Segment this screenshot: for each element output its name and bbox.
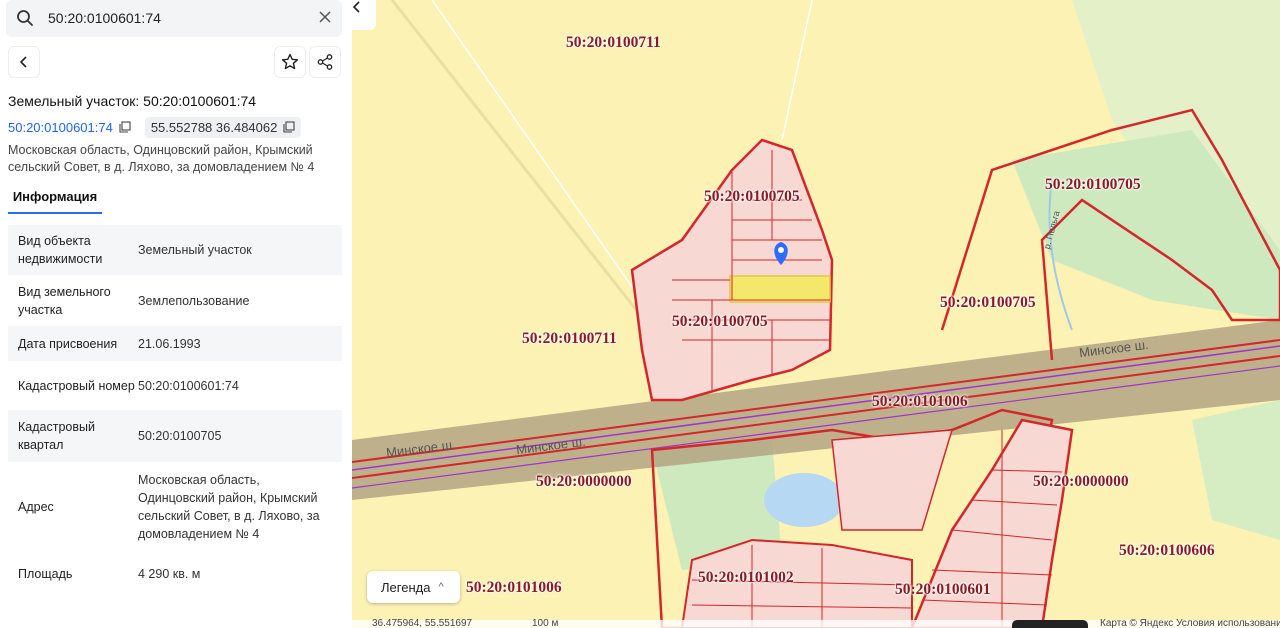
map-status-bar: 36.475964, 55.551697 100 м Карта © Яндек… — [352, 618, 1280, 628]
cadastral-label: 50:20:0100705 — [940, 294, 1036, 311]
share-icon — [317, 54, 333, 70]
legend-button[interactable]: Легенда ^ — [367, 571, 460, 603]
row-value: Земельный участок — [138, 243, 252, 257]
star-icon — [281, 53, 299, 70]
cadastral-block — [831, 429, 954, 531]
object-title: Земельный участок: 50:20:0100601:74 — [8, 93, 257, 109]
close-icon[interactable] — [316, 8, 334, 26]
row-value: 50:20:0100705 — [138, 429, 222, 443]
coordinates-text: 55.552788 36.484062 — [150, 119, 278, 135]
address-line: сельский Совет, в д. Ляхово, за домовлад… — [8, 160, 315, 174]
row-key: Площадь — [18, 566, 73, 581]
row-key: Кадастровый квартал — [18, 420, 95, 452]
forest-area — [1192, 400, 1280, 540]
cadastral-label: 50:20:0100705 — [672, 313, 768, 330]
row-key: Дата присвоения — [18, 336, 118, 351]
cadastral-label: 50:20:0100705 — [704, 188, 800, 205]
road-line — [781, 0, 813, 141]
map-scale: 100 м — [532, 618, 559, 628]
cadastral-number-link[interactable]: 50:20:0100601:74 — [8, 120, 113, 135]
object-address: Московская область, Одинцовский район, К… — [8, 142, 338, 176]
row-value: Землепользование — [138, 293, 250, 308]
cadastral-label: 50:20:0100705 — [1045, 176, 1141, 193]
legend-label: Легенда — [381, 579, 431, 595]
row-value: 4 290 кв. м — [138, 566, 201, 581]
cadastral-label: 50:20:0101006 — [872, 393, 968, 410]
cadastral-label: 50:20:0100606 — [1119, 542, 1215, 559]
map-canvas[interactable] — [352, 0, 1280, 628]
chevron-left-icon — [19, 56, 27, 68]
row-value: 50:20:0100601:74 — [138, 378, 239, 393]
favorite-button[interactable] — [274, 46, 306, 78]
map-view[interactable]: 50:20:0100711 50:20:0100705 50:20:010070… — [352, 0, 1280, 628]
address-line: Московская область, Одинцовский район, К… — [8, 143, 313, 157]
object-meta: 50:20:0100601:74 55.552788 36.484062 — [8, 116, 302, 138]
copy-icon[interactable] — [119, 121, 131, 133]
row-value: 21.06.1993 — [138, 336, 201, 351]
table-row: Вид объекта недвижимости Земельный участ… — [8, 225, 342, 275]
coordinates-badge[interactable]: 55.552788 36.484062 — [144, 116, 302, 138]
cadastral-label: 50:20:0000000 — [536, 473, 632, 490]
search-input[interactable]: 50:20:0100601:74 — [48, 10, 161, 26]
highway-boundary — [352, 355, 1280, 479]
cadastral-label: 50:20:0101002 — [698, 569, 794, 586]
map-control-button[interactable] — [1012, 620, 1088, 628]
lake — [764, 473, 844, 527]
info-panel: 50:20:0100601:74 Земельный участок: 50:2… — [0, 0, 352, 628]
cadastral-label: 50:20:0101006 — [466, 579, 562, 596]
cadastral-label: 50:20:0100601 — [895, 581, 991, 598]
table-row: Кадастровый номер 50:20:0100601:74 — [8, 361, 342, 410]
cadastral-label: 50:20:0100711 — [566, 34, 661, 51]
chevron-up-icon: ^ — [438, 581, 444, 593]
table-row: Адрес Московская область, Одинцовский ра… — [8, 462, 342, 551]
back-button[interactable] — [8, 46, 40, 78]
row-key: Кадастровый номер — [18, 378, 135, 393]
table-row: Площадь 4 290 кв. м — [8, 551, 342, 596]
row-key: Вид объекта недвижимости — [18, 234, 103, 266]
selected-parcel[interactable] — [729, 275, 831, 303]
info-table: Вид объекта недвижимости Земельный участ… — [8, 225, 342, 596]
tab-information[interactable]: Информация — [8, 186, 102, 214]
row-key: Адрес — [18, 499, 54, 514]
search-bar[interactable]: 50:20:0100601:74 — [6, 0, 342, 37]
table-row: Дата присвоения 21.06.1993 — [8, 326, 342, 361]
table-row: Кадастровый квартал 50:20:0100705 — [8, 410, 342, 462]
chevron-left-icon — [352, 1, 360, 13]
share-button[interactable] — [309, 46, 341, 78]
row-value: Московская область, Одинцовский район, К… — [138, 472, 320, 541]
cadastral-label: 50:20:0000000 — [1033, 473, 1129, 490]
row-key: Вид земельного участка — [18, 284, 111, 317]
collapse-panel-button[interactable] — [352, 0, 376, 30]
search-icon — [17, 10, 33, 26]
cadastral-label: 50:20:0100711 — [522, 330, 617, 347]
table-row: Вид земельного участка Землепользование — [8, 275, 342, 326]
map-attribution[interactable]: Карта © Яндекс Условия использования — [1100, 618, 1280, 628]
copy-icon[interactable] — [283, 121, 295, 133]
cursor-coordinates: 36.475964, 55.551697 — [372, 618, 473, 628]
